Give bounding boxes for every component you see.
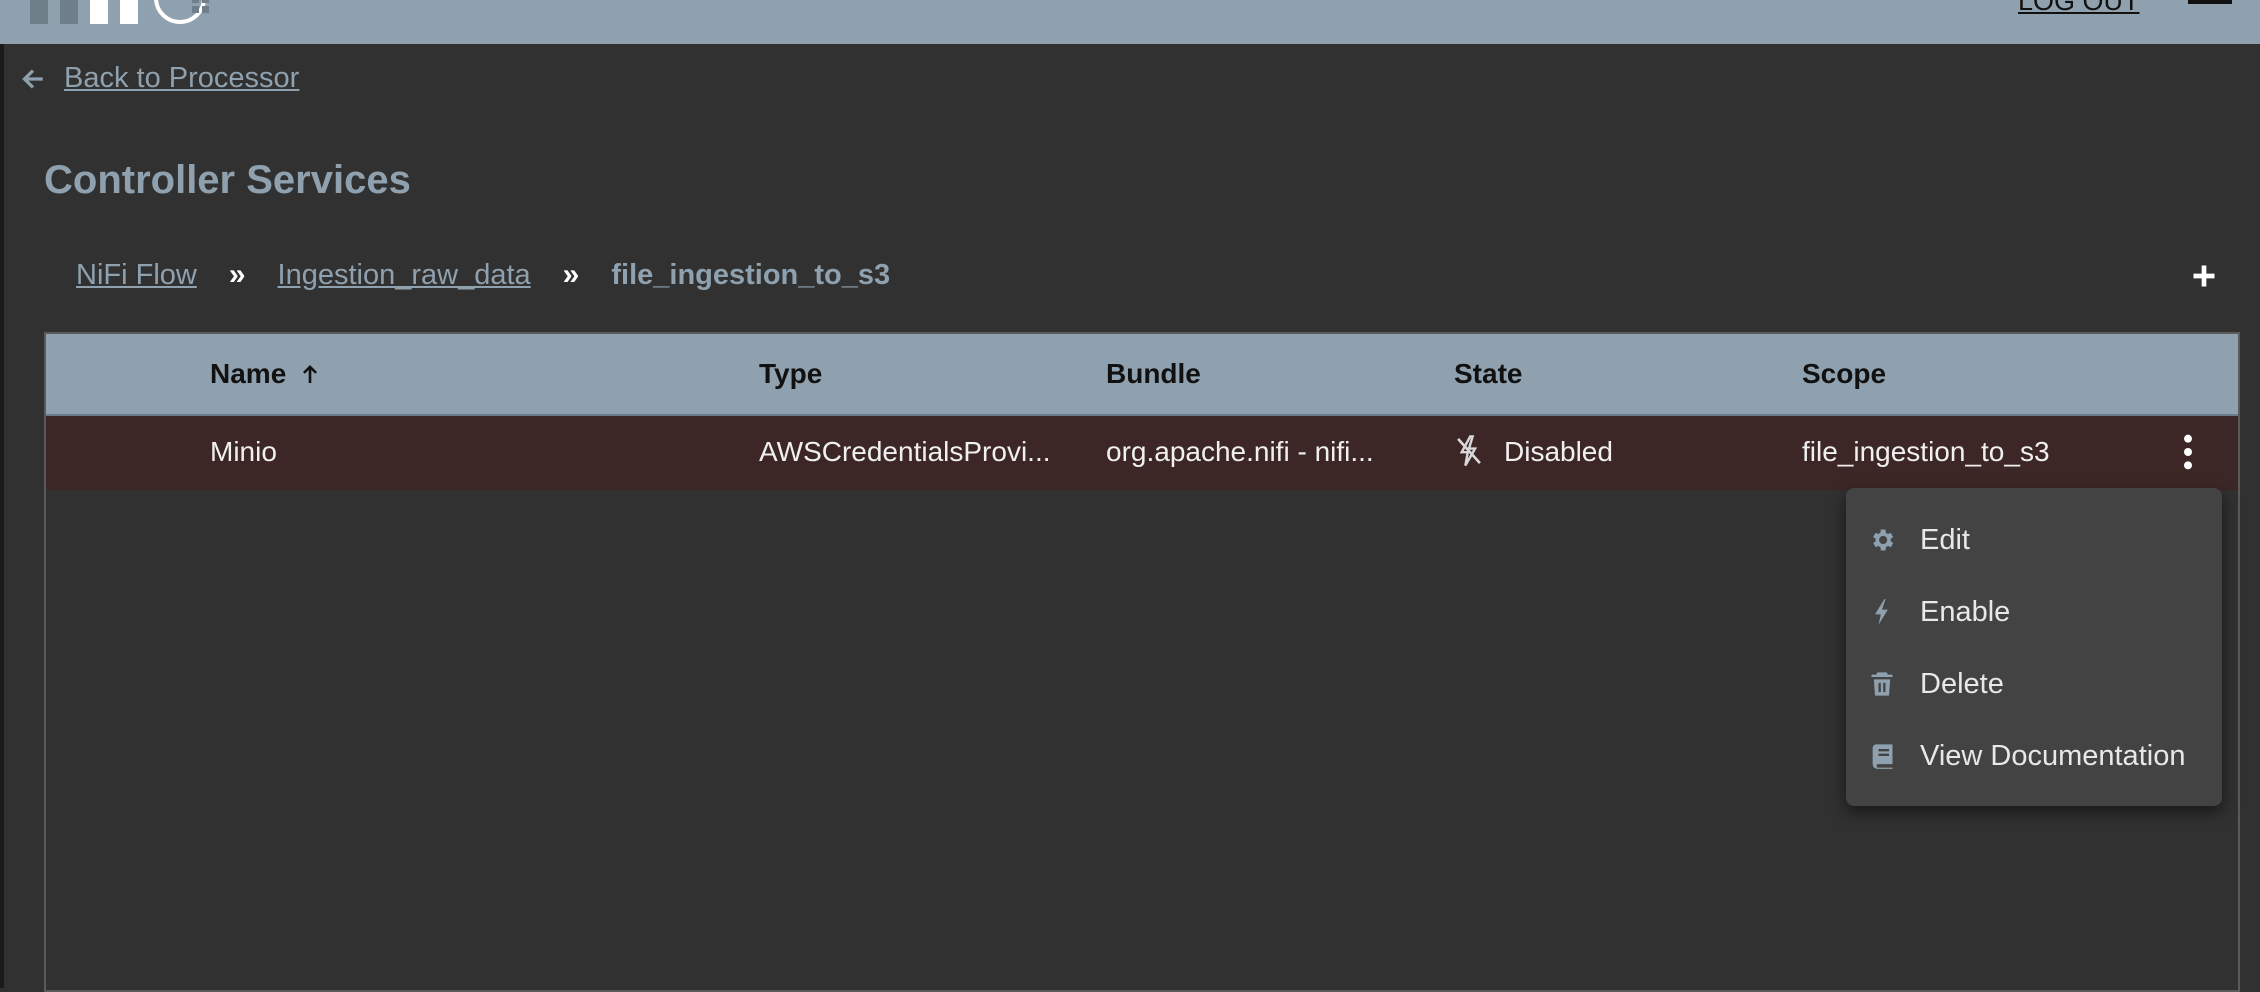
breadcrumb-current: file_ingestion_to_s3 [611,258,891,291]
back-link-label: Back to Processor [64,62,300,94]
book-icon [1872,744,1893,769]
page-title: Controller Services [44,158,411,202]
cell-state: Disabled [1504,436,1613,467]
menu-item-enable-label: Enable [1920,595,2011,628]
menu-item-view-documentation[interactable]: View Documentation [1846,720,2222,792]
breadcrumb: NiFi Flow » Ingestion_raw_data » file_in… [76,258,890,292]
gear-icon [1873,529,1894,551]
logout-link[interactable]: LOG OUT [2018,0,2140,17]
breadcrumb-item-nifi-flow[interactable]: NiFi Flow [76,259,197,292]
plus-icon[interactable] [2190,262,2218,290]
kebab-menu-icon[interactable] [2176,432,2200,472]
top-bar: LOG OUT [0,0,2260,44]
menu-item-view-documentation-label: View Documentation [1920,739,2186,772]
menu-item-edit-label: Edit [1920,523,1970,556]
column-header-name[interactable]: Name [210,358,322,390]
menu-item-enable[interactable]: Enable [1846,576,2222,648]
bolt-icon [1875,599,1888,625]
column-header-name-label: Name [210,358,287,389]
menu-item-edit[interactable]: Edit [1846,504,2222,576]
nifi-logo [30,0,209,24]
cell-scope: file_ingestion_to_s3 [1802,436,2050,467]
arrow-up-icon [303,365,318,383]
breadcrumb-item-ingestion-raw-data[interactable]: Ingestion_raw_data [278,259,531,292]
table-row[interactable]: Minio AWSCredentialsProvi... org.apache.… [46,416,2238,490]
menu-item-delete-label: Delete [1920,667,2004,700]
column-header-scope[interactable]: Scope [1802,358,1886,390]
menu-item-delete[interactable]: Delete [1846,648,2222,720]
column-header-type[interactable]: Type [759,358,822,390]
arrow-left-icon [22,68,43,89]
row-context-menu: Edit Enable Delete View Documentation [1846,488,2222,806]
cell-name: Minio [210,436,277,467]
breadcrumb-separator: » [228,258,246,291]
table-header: Name Type Bundle State Scope [46,334,2238,416]
back-to-processor-link[interactable]: Back to Processor [20,62,299,95]
breadcrumb-separator: » [562,258,580,291]
trash-icon [1871,672,1893,696]
column-header-state[interactable]: State [1454,358,1522,390]
left-edge-divider [0,44,4,988]
disabled-bolt-icon [1457,435,1481,467]
menu-icon[interactable] [2188,0,2232,4]
column-header-bundle[interactable]: Bundle [1106,358,1201,390]
cell-type: AWSCredentialsProvi... [759,436,1051,467]
cell-bundle: org.apache.nifi - nifi... [1106,436,1374,467]
